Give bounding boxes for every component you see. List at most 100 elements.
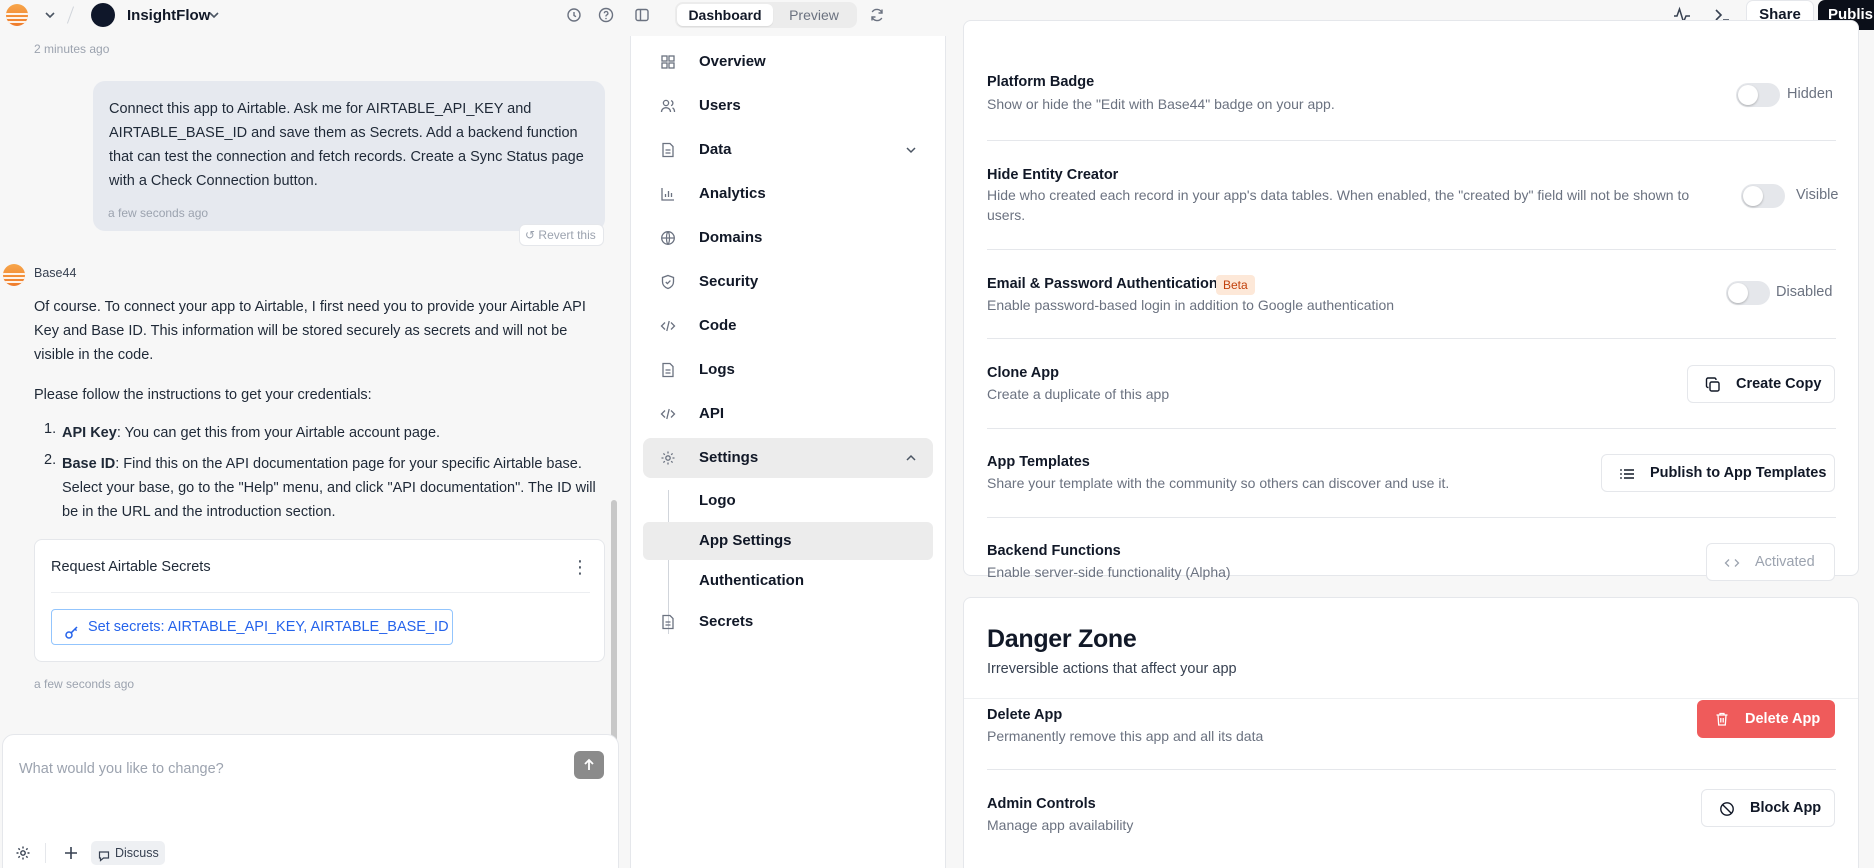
grid-icon bbox=[659, 53, 677, 71]
nav-item-domains[interactable]: Domains bbox=[643, 218, 933, 258]
nav-item-settings[interactable]: Settings bbox=[643, 438, 933, 478]
card-title: Request Airtable Secrets bbox=[51, 559, 211, 575]
revert-button[interactable]: ↺ Revert this bbox=[519, 224, 604, 246]
block-app-button[interactable]: Block App bbox=[1701, 789, 1835, 827]
nav-item-overview[interactable]: Overview bbox=[643, 42, 933, 82]
divider bbox=[987, 338, 1836, 339]
assistant-paragraph: Of course. To connect your app to Airtab… bbox=[34, 299, 586, 363]
users-icon bbox=[659, 97, 677, 115]
sidebar-toggle-icon[interactable] bbox=[632, 5, 652, 25]
chevron-down-icon[interactable] bbox=[40, 5, 60, 25]
tab-dashboard[interactable]: Dashboard bbox=[677, 4, 773, 26]
block-app-label: Block App bbox=[1750, 800, 1822, 816]
set-secrets-button[interactable]: Set secrets: AIRTABLE_API_KEY, AIRTABLE_… bbox=[51, 609, 453, 645]
code-icon bbox=[659, 317, 677, 335]
revert-icon: ↺ bbox=[525, 228, 536, 242]
chevron-up-icon[interactable] bbox=[903, 450, 919, 466]
discuss-button[interactable]: Discuss bbox=[91, 841, 165, 865]
send-button[interactable] bbox=[574, 751, 604, 779]
settings-nav: Overview Users Data Analytics Domains Se… bbox=[630, 36, 946, 868]
list-icon bbox=[1618, 465, 1636, 483]
danger-zone-title: Danger Zone bbox=[987, 625, 1137, 653]
file-icon bbox=[659, 613, 677, 631]
nav-label: Settings bbox=[699, 449, 759, 466]
email-auth-desc: Enable password-based login in addition … bbox=[987, 297, 1395, 313]
nav-item-data[interactable]: Data bbox=[643, 130, 933, 170]
project-chevron-down-icon[interactable] bbox=[204, 5, 224, 25]
base44-avatar bbox=[3, 264, 25, 286]
nav-item-security[interactable]: Security bbox=[643, 262, 933, 302]
list-item: API Key: You can get this from your Airt… bbox=[62, 421, 602, 445]
sub-item-app-settings[interactable]: App Settings bbox=[643, 522, 933, 560]
tab-preview[interactable]: Preview bbox=[775, 4, 853, 26]
divider bbox=[51, 592, 590, 593]
divider bbox=[987, 140, 1836, 141]
platform-badge-desc: Show or hide the "Edit with Base44" badg… bbox=[987, 96, 1335, 112]
base44-logo-icon[interactable] bbox=[6, 4, 28, 26]
app-templates-title: App Templates bbox=[987, 454, 1090, 470]
settings-gear-icon[interactable] bbox=[13, 843, 33, 863]
request-secrets-card: Request Airtable Secrets ⋮ Set secrets: … bbox=[34, 539, 605, 662]
message-composer: Discuss bbox=[2, 734, 619, 868]
sub-item-label: Authentication bbox=[699, 572, 804, 589]
nav-label: Analytics bbox=[699, 185, 766, 202]
code-icon bbox=[659, 405, 677, 423]
list-number: 1. bbox=[44, 421, 57, 437]
divider bbox=[987, 517, 1836, 518]
sub-item-label: Logo bbox=[699, 492, 736, 509]
beta-badge: Beta bbox=[1216, 275, 1255, 295]
assistant-paragraph: Please follow the instructions to get yo… bbox=[34, 387, 372, 403]
danger-zone-subtitle: Irreversible actions that affect your ap… bbox=[987, 661, 1237, 677]
nav-item-api[interactable]: API bbox=[643, 394, 933, 434]
clone-app-desc: Create a duplicate of this app bbox=[987, 386, 1170, 402]
admin-controls-title: Admin Controls bbox=[987, 796, 1096, 812]
delete-app-button[interactable]: Delete App bbox=[1697, 700, 1835, 738]
backend-functions-title: Backend Functions bbox=[987, 543, 1121, 559]
nav-label: Domains bbox=[699, 229, 763, 246]
nav-label: Security bbox=[699, 273, 759, 290]
chevron-down-icon[interactable] bbox=[903, 142, 919, 158]
history-icon[interactable] bbox=[564, 5, 584, 25]
divider bbox=[987, 428, 1836, 429]
nav-item-code[interactable]: Code bbox=[643, 306, 933, 346]
sub-item-authentication[interactable]: Authentication bbox=[643, 562, 933, 600]
delete-app-desc: Permanently remove this app and all its … bbox=[987, 728, 1264, 744]
nav-item-analytics[interactable]: Analytics bbox=[643, 174, 933, 214]
sub-item-label: App Settings bbox=[699, 532, 792, 549]
refresh-icon[interactable] bbox=[867, 5, 887, 25]
nav-item-secrets[interactable]: Secrets bbox=[643, 602, 933, 642]
nav-label: Secrets bbox=[699, 613, 754, 630]
arrow-up-icon bbox=[584, 758, 594, 770]
help-icon[interactable] bbox=[596, 5, 616, 25]
nav-label: Overview bbox=[699, 53, 766, 70]
email-auth-toggle[interactable] bbox=[1726, 281, 1770, 305]
breadcrumb-divider bbox=[66, 6, 75, 24]
message-input[interactable] bbox=[19, 757, 559, 781]
nav-item-logs[interactable]: Logs bbox=[643, 350, 933, 390]
key-icon bbox=[64, 619, 80, 639]
more-options-icon[interactable]: ⋮ bbox=[570, 556, 590, 578]
danger-zone-card: Danger Zone Irreversible actions that af… bbox=[963, 597, 1859, 868]
hide-entity-creator-desc: Hide who created each record in your app… bbox=[987, 187, 1690, 223]
gear-icon bbox=[659, 449, 677, 467]
user-message-timestamp: a few seconds ago bbox=[108, 206, 209, 220]
project-name[interactable]: InsightFlow bbox=[127, 7, 210, 24]
chat-scrollbar[interactable] bbox=[611, 500, 617, 760]
platform-badge-toggle[interactable] bbox=[1736, 83, 1780, 107]
create-copy-button[interactable]: Create Copy bbox=[1687, 365, 1835, 403]
nav-label: API bbox=[699, 405, 725, 422]
discuss-label: Discuss bbox=[115, 846, 159, 860]
hide-entity-creator-toggle[interactable] bbox=[1741, 184, 1785, 208]
divider bbox=[987, 249, 1836, 250]
nav-label: Users bbox=[699, 97, 741, 114]
publish-template-button[interactable]: Publish to App Templates bbox=[1601, 454, 1835, 492]
divider bbox=[987, 769, 1836, 770]
general-settings-card: Platform Badge Show or hide the "Edit wi… bbox=[963, 20, 1859, 581]
sub-item-logo[interactable]: Logo bbox=[643, 482, 933, 520]
list-item-text: : You can get this from your Airtable ac… bbox=[116, 425, 441, 441]
plus-icon[interactable] bbox=[61, 843, 81, 863]
nav-item-users[interactable]: Users bbox=[643, 86, 933, 126]
bar-chart-icon bbox=[659, 185, 677, 203]
app-templates-desc: Share your template with the community s… bbox=[987, 475, 1450, 491]
publish-template-label: Publish to App Templates bbox=[1650, 465, 1827, 481]
